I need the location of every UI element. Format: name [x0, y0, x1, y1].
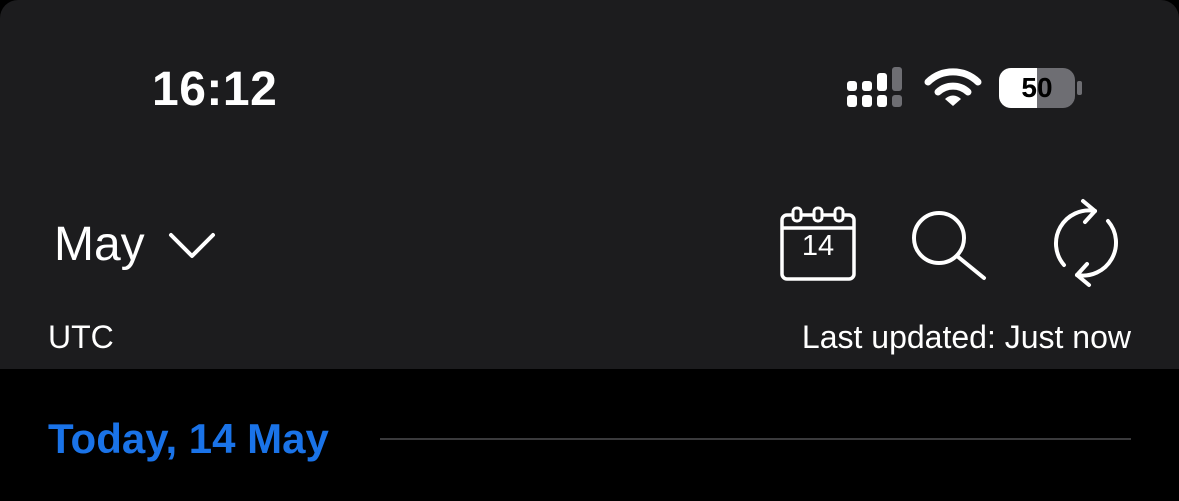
last-updated-label: Last updated: Just now: [801, 319, 1131, 355]
app-screen: 16:12 50 May 14 UTC Last updated: Just n…: [0, 0, 1179, 501]
month-selector[interactable]: May: [54, 214, 217, 276]
timezone-label: UTC: [48, 319, 114, 355]
battery-level: 50: [1021, 72, 1053, 103]
month-label: May: [54, 218, 145, 271]
chevron-down-icon: [168, 233, 215, 258]
wifi-icon: [924, 68, 982, 106]
signal-icon: [847, 67, 902, 107]
status-clock: 16:12: [152, 63, 278, 116]
top-panel: 16:12 50 May 14 UTC Last updated: Just n…: [0, 0, 1179, 369]
calendar-today-button[interactable]: 14: [778, 205, 858, 285]
refresh-button[interactable]: [1044, 196, 1128, 290]
date-divider: [380, 438, 1131, 440]
date-section-header: Today, 14 May: [48, 415, 329, 462]
search-icon: [912, 211, 986, 280]
refresh-icon: [1053, 199, 1119, 287]
calendar-day-number: 14: [801, 230, 835, 262]
search-button[interactable]: [908, 208, 990, 282]
